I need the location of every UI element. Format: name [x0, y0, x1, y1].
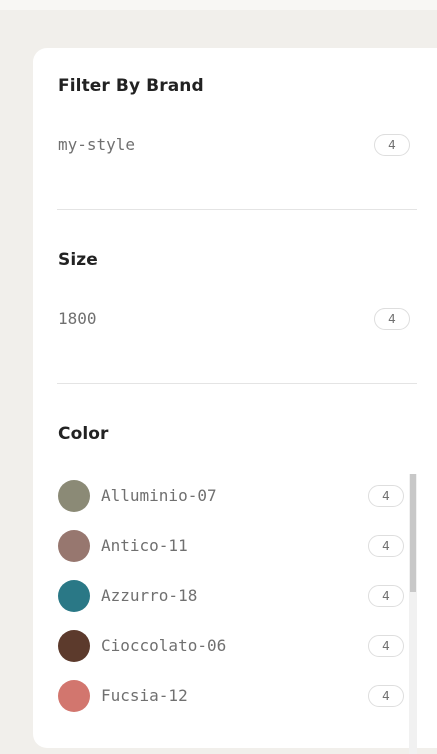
count-badge: 4 [368, 585, 404, 607]
color-swatch [58, 630, 90, 662]
color-option-label: Antico-11 [101, 536, 188, 555]
color-option-label: Fucsia-12 [101, 686, 188, 705]
size-option-1800[interactable]: 1800 4 [58, 308, 410, 330]
color-swatch [58, 480, 90, 512]
section-divider [57, 209, 417, 210]
color-list-scrollbar[interactable] [409, 474, 417, 754]
color-swatch [58, 680, 90, 712]
count-badge: 4 [368, 485, 404, 507]
color-option-label: Cioccolato-06 [101, 636, 227, 655]
color-swatch [58, 530, 90, 562]
color-option-list: Alluminio-07 4 Antico-11 4 Azzurro-18 4 … [33, 474, 437, 754]
color-swatch [58, 580, 90, 612]
brand-filter-title: Filter By Brand [58, 76, 204, 96]
color-filter-title: Color [58, 424, 109, 444]
size-option-label: 1800 [58, 309, 97, 328]
count-badge: 4 [368, 535, 404, 557]
count-badge: 4 [368, 635, 404, 657]
count-badge: 4 [374, 308, 410, 330]
color-option-antico-11[interactable]: Antico-11 4 [58, 530, 404, 562]
filter-panel: Filter By Brand my-style 4 Size 1800 4 C… [33, 48, 437, 754]
count-badge: 4 [368, 685, 404, 707]
color-option-label: Alluminio-07 [101, 486, 217, 505]
count-badge: 4 [374, 134, 410, 156]
scrollbar-thumb[interactable] [410, 474, 416, 592]
color-option-fucsia-12[interactable]: Fucsia-12 4 [58, 680, 404, 712]
size-filter-title: Size [58, 250, 98, 270]
color-option-azzurro-18[interactable]: Azzurro-18 4 [58, 580, 404, 612]
brand-option-label: my-style [58, 135, 136, 154]
page-top-bar [0, 0, 437, 10]
color-option-label: Azzurro-18 [101, 586, 198, 605]
brand-option-my-style[interactable]: my-style 4 [58, 134, 410, 156]
color-option-alluminio-07[interactable]: Alluminio-07 4 [58, 480, 404, 512]
section-divider [57, 383, 417, 384]
color-option-cioccolato-06[interactable]: Cioccolato-06 4 [58, 630, 404, 662]
